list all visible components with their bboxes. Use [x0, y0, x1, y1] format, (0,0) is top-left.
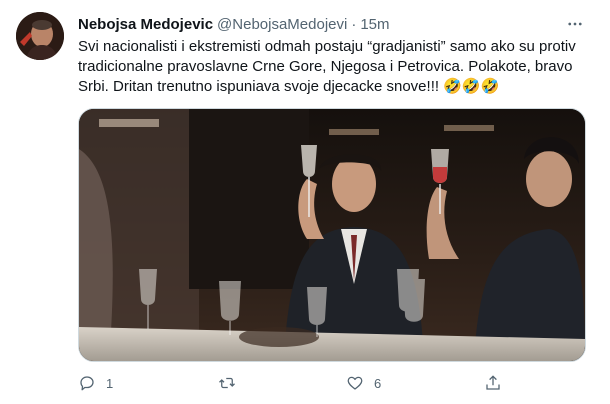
share-button[interactable] — [484, 370, 502, 396]
reply-count: 1 — [106, 375, 114, 391]
tweet-actions: 1 6 — [72, 370, 532, 396]
tweet-timestamp[interactable]: 15m — [360, 16, 389, 33]
like-button[interactable]: 6 — [346, 370, 381, 396]
like-count: 6 — [374, 375, 382, 391]
separator-dot: · — [351, 15, 357, 33]
heart-icon — [347, 376, 363, 390]
retweet-button[interactable] — [218, 370, 246, 396]
reply-icon — [80, 376, 94, 391]
author-name[interactable]: Nebojsa Medojevic — [78, 16, 213, 33]
tweet-text: Svi nacionalisti i ekstremisti odmah pos… — [78, 38, 576, 95]
reply-button[interactable]: 1 — [78, 370, 113, 396]
author-handle[interactable]: @NebojsaMedojevi — [217, 16, 347, 33]
avatar[interactable] — [16, 12, 64, 60]
dinner-photo — [79, 109, 585, 361]
tweet-media-image[interactable] — [78, 108, 586, 362]
more-options-button[interactable] — [565, 14, 585, 34]
more-dots-icon — [568, 22, 582, 26]
tweet-card[interactable]: Nebojsa Medojevic @NebojsaMedojevi · 15m… — [0, 0, 610, 404]
retweet-icon — [219, 377, 235, 389]
share-icon — [486, 375, 500, 390]
tweet-header: Nebojsa Medojevic @NebojsaMedojevi · 15m — [78, 14, 578, 34]
